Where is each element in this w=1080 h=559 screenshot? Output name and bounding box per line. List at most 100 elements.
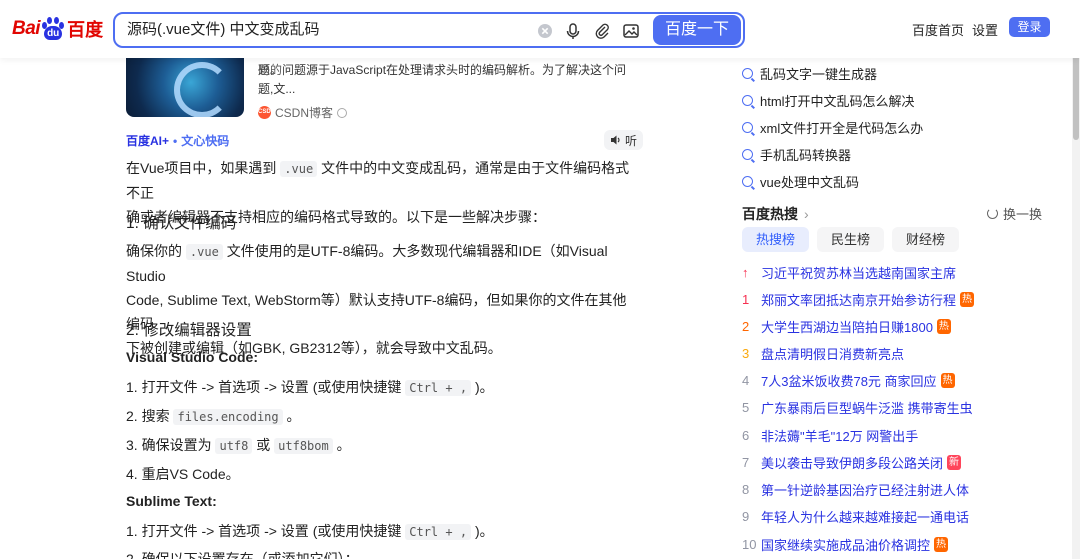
- attachment-icon[interactable]: [593, 22, 611, 40]
- tab-livelihood[interactable]: 民生榜: [817, 227, 885, 252]
- clear-icon[interactable]: [536, 22, 554, 40]
- hot-badge: 热: [934, 537, 949, 552]
- hot-list-item[interactable]: 4 7人3盆米饭收费78元 商家回应热: [742, 371, 955, 390]
- step-item: 1. 打开文件 -> 首选项 -> 设置 (或使用快捷键 Ctrl + , )。: [126, 523, 494, 540]
- hot-list-item[interactable]: 2 大学生西湖边当陪拍日赚1800 热: [742, 317, 951, 336]
- hot-item-title: 第一针逆龄基因治疗已经注射进人体: [761, 483, 970, 498]
- settings-link[interactable]: 设置: [972, 20, 998, 39]
- hot-rank: 4: [742, 373, 750, 388]
- tab-hot-search[interactable]: 热搜榜: [742, 227, 810, 252]
- section-heading: 1. 确认文件编码: [126, 215, 237, 232]
- hot-badge: 热: [940, 373, 955, 388]
- hot-list-item[interactable]: 9 年轻人为什么越来越难接起一通电话: [742, 507, 969, 526]
- hot-list-item[interactable]: 1 郑丽文率团抵达南京开始参访行程热: [742, 290, 975, 309]
- search-icon: [742, 149, 753, 160]
- hot-rank: 5: [742, 400, 750, 415]
- logo-text-chinese: 百度: [67, 20, 104, 40]
- chevron-right-icon: ›: [804, 206, 809, 222]
- hot-search-title[interactable]: 百度热搜 ›: [742, 204, 809, 224]
- hot-rank: 1: [742, 292, 750, 307]
- hot-item-title: 大学生西湖边当陪拍日赚1800: [761, 320, 933, 335]
- hot-item-title: 盘点清明假日消费新亮点: [761, 347, 905, 362]
- hot-item-title: 年轻人为什么越来越难接起一通电话: [761, 510, 970, 525]
- inline-code: .vue: [185, 244, 223, 260]
- tab-finance[interactable]: 财经榜: [892, 227, 960, 252]
- hot-item-title: 广东暴雨后巨型蜗牛泛滥 携带寄生虫: [761, 401, 973, 416]
- csdn-logo-icon: CSDN: [258, 106, 275, 119]
- hot-rank: 3: [742, 346, 750, 361]
- header: Bai du 百度 百度一下 百度首页 设置 登录: [0, 0, 1080, 58]
- logo-text-bai: Bai: [12, 18, 41, 39]
- hot-rank: 7: [742, 455, 750, 470]
- new-badge: 新: [947, 455, 962, 470]
- search-button[interactable]: 百度一下: [653, 15, 741, 45]
- inline-code: utf8bom: [274, 438, 333, 454]
- result-snippet: 从header获取`content-disposition`来获取文件名时,可能…: [258, 44, 638, 99]
- step-item: 4. 重启VS Code。: [126, 466, 240, 482]
- answer-paragraph: 确保你的 .vue 文件使用的是UTF-8编码。大多数现代编辑器和IDE（如Vi…: [126, 239, 640, 360]
- inline-code: Ctrl + ,: [405, 524, 472, 540]
- microphone-icon[interactable]: [564, 22, 582, 40]
- hot-rank: 9: [742, 509, 750, 524]
- hot-item-title: 国家继续实施成品油价格调控: [761, 538, 931, 553]
- hot-rank: ↑: [742, 265, 749, 280]
- refresh-button[interactable]: 换一换: [987, 204, 1042, 223]
- ai-brand: 百度AI+: [126, 134, 170, 148]
- listen-label: 听: [625, 133, 638, 148]
- search-icon: [742, 122, 753, 133]
- paragraph-text: 确保你的: [126, 243, 182, 259]
- search-icon: [742, 68, 753, 79]
- hot-rank: 2: [742, 319, 750, 334]
- search-input[interactable]: [127, 14, 517, 46]
- hot-list-item[interactable]: 7 美以袭击导致伊朗多段公路关闭新: [742, 453, 962, 472]
- search-icon: [742, 176, 753, 187]
- related-search-item[interactable]: xml文件打开全是代码怎么办: [742, 118, 923, 137]
- step-item: 3. 确保设置为 utf8 或 utf8bom 。: [126, 437, 351, 454]
- search-box: 百度一下: [113, 12, 745, 48]
- ai-header: 百度AI+ • 文心快码: [126, 132, 229, 149]
- refresh-icon: [987, 208, 998, 219]
- logo-text-du: du: [47, 28, 60, 39]
- hot-badge: 热: [936, 319, 951, 334]
- step-item: 2. 确保以下设置存在（或添加它们）：: [126, 551, 359, 559]
- hot-rank: 6: [742, 428, 750, 443]
- paw-icon: du: [41, 16, 65, 42]
- related-search-item[interactable]: vue处理中文乱码: [742, 172, 859, 191]
- ai-product: 文心快码: [181, 134, 230, 148]
- hot-rank: 10: [742, 537, 757, 552]
- related-search-item[interactable]: 手机乱码转换器: [742, 145, 851, 164]
- result-source[interactable]: CSDN CSDN博客: [258, 104, 348, 121]
- hot-list-item[interactable]: 3 盘点清明假日消费新亮点: [742, 344, 904, 363]
- verified-icon: [337, 107, 348, 118]
- hot-item-title: 非法薅"羊毛"12万 网警出手: [761, 429, 919, 444]
- baidu-logo[interactable]: Bai du 百度: [12, 14, 103, 44]
- related-search-item[interactable]: 乱码文字一键生成器: [742, 64, 877, 83]
- inline-code: utf8: [215, 438, 253, 454]
- hot-item-title: 7人3盆米饭收费78元 商家回应: [761, 374, 937, 389]
- step-item: 2. 搜索 files.encoding 。: [126, 408, 301, 425]
- hot-list-item[interactable]: 6 非法薅"羊毛"12万 网警出手: [742, 426, 918, 445]
- hot-item-title: 郑丽文率团抵达南京开始参访行程: [761, 293, 957, 308]
- hot-list-item[interactable]: ↑ 习近平祝贺苏林当选越南国家主席: [742, 263, 956, 282]
- login-button[interactable]: 登录: [1009, 17, 1050, 37]
- related-search-item[interactable]: html打开中文乱码怎么解决: [742, 91, 915, 110]
- hot-item-title: 美以袭击导致伊朗多段公路关闭: [761, 456, 944, 471]
- editor-title: Sublime Text:: [126, 493, 217, 509]
- ai-separator: •: [173, 133, 178, 148]
- step-item: 1. 打开文件 -> 首选项 -> 设置 (或使用快捷键 Ctrl + , )。: [126, 379, 494, 396]
- section-heading: 2. 修改编辑器设置: [126, 322, 252, 339]
- hot-list-item[interactable]: 8 第一针逆龄基因治疗已经注射进人体: [742, 480, 969, 499]
- inline-code: Ctrl + ,: [405, 380, 472, 396]
- source-name: CSDN博客: [275, 106, 334, 120]
- inline-code: .vue: [280, 161, 318, 177]
- listen-button[interactable]: 听: [604, 130, 644, 150]
- speaker-icon: [611, 135, 620, 145]
- image-search-icon[interactable]: [622, 22, 640, 40]
- hot-list-item[interactable]: 10 国家继续实施成品油价格调控热: [742, 535, 949, 554]
- hot-item-title: 习近平祝贺苏林当选越南国家主席: [761, 266, 957, 281]
- editor-title: Visual Studio Code:: [126, 349, 258, 365]
- home-link[interactable]: 百度首页: [912, 20, 964, 39]
- hot-list-item[interactable]: 5 广东暴雨后巨型蜗牛泛滥 携带寄生虫: [742, 398, 973, 417]
- hot-rank: 8: [742, 482, 750, 497]
- inline-code: files.encoding: [173, 409, 283, 425]
